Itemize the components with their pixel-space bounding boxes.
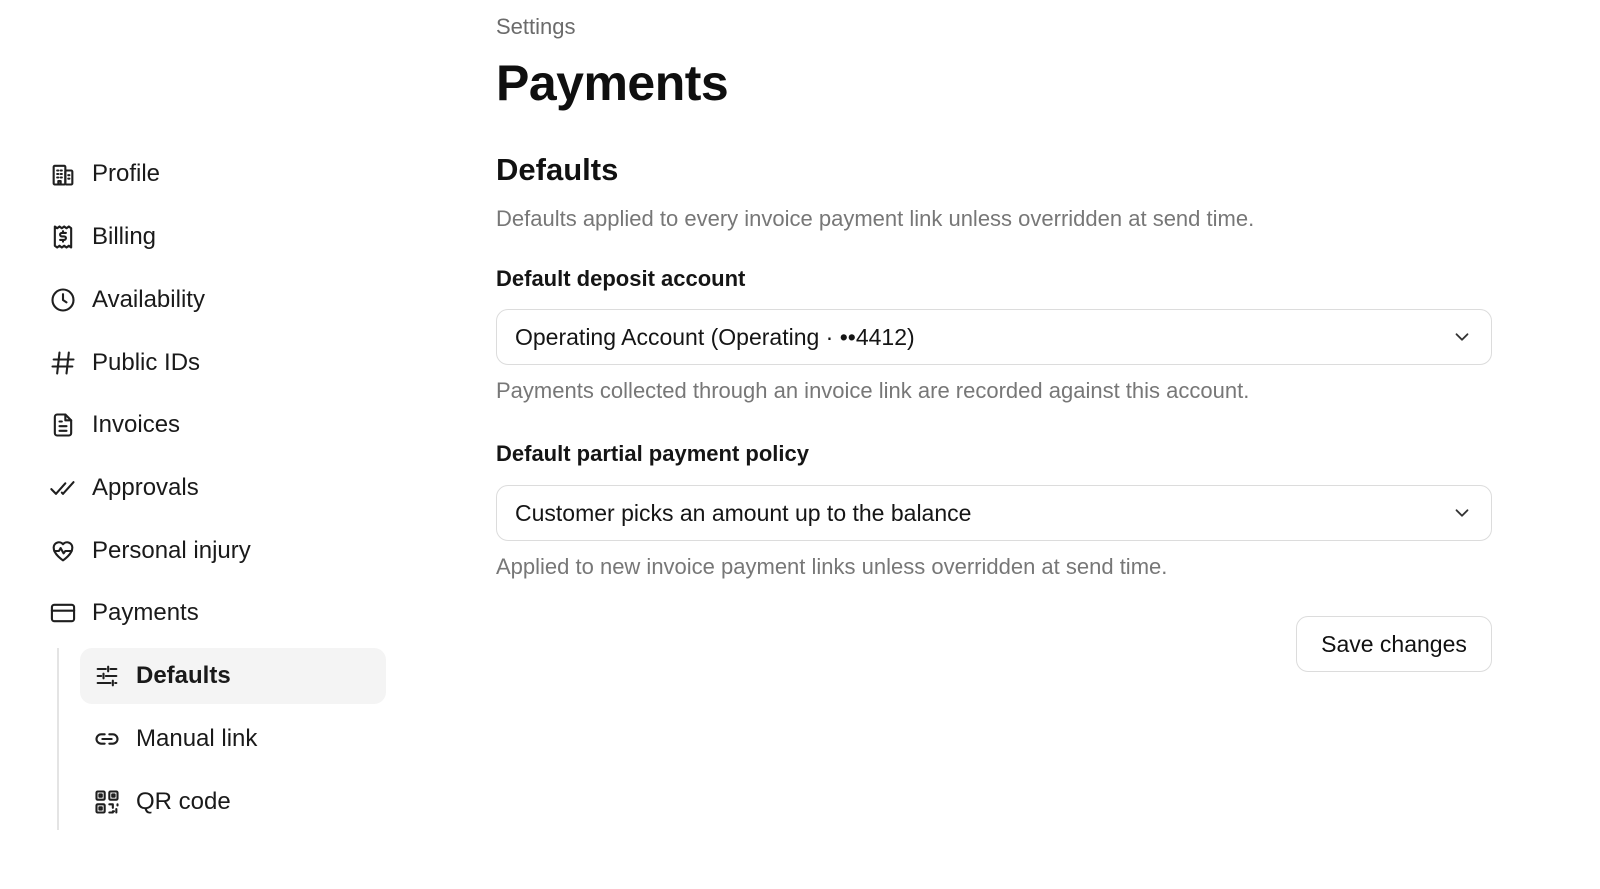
deposit-account-value: Operating Account (Operating · ••4412) [515, 323, 915, 350]
partial-policy-label: Default partial payment policy [496, 441, 809, 466]
sidebar-subitem-qr-code[interactable]: QR code [80, 774, 386, 830]
sidebar-item-label: Payments [92, 599, 199, 626]
credit-card-icon [48, 598, 78, 628]
qr-code-icon [92, 787, 122, 817]
sidebar-item-billing[interactable]: Billing [48, 215, 388, 259]
save-button[interactable]: Save changes [1296, 616, 1492, 672]
subnav-divider [57, 648, 59, 830]
link-icon [92, 724, 122, 754]
heart-pulse-icon [48, 536, 78, 566]
sidebar-item-invoices[interactable]: Invoices [48, 403, 388, 447]
breadcrumb[interactable]: Settings [496, 14, 576, 40]
settings-sidebar: Profile Billing Availability Public IDs … [0, 0, 420, 889]
section-title: Defaults [496, 152, 619, 187]
sidebar-item-label: Personal injury [92, 537, 251, 564]
sidebar-subitem-label: QR code [136, 788, 231, 815]
double-check-icon [48, 473, 78, 503]
sidebar-item-payments[interactable]: Payments [48, 591, 388, 635]
partial-policy-value: Customer picks an amount up to the balan… [515, 499, 972, 526]
sidebar-item-label: Invoices [92, 411, 181, 438]
sidebar-item-label: Availability [92, 286, 205, 313]
sidebar-item-public-ids[interactable]: Public IDs [48, 341, 388, 385]
deposit-account-hint: Payments collected through an invoice li… [496, 378, 1250, 403]
building-icon [48, 159, 78, 189]
deposit-account-select[interactable]: Operating Account (Operating · ••4412) [496, 309, 1492, 365]
sidebar-subitem-label: Manual link [136, 725, 258, 752]
chevron-down-icon [1451, 326, 1473, 348]
receipt-dollar-icon [48, 222, 78, 252]
sidebar-item-label: Profile [92, 160, 161, 187]
sliders-icon [92, 661, 122, 691]
sidebar-subitem-defaults[interactable]: Defaults [80, 648, 386, 704]
page-title: Payments [496, 55, 729, 111]
hash-icon [48, 348, 78, 378]
sidebar-item-label: Approvals [92, 474, 199, 501]
sidebar-subitem-manual-link[interactable]: Manual link [80, 711, 386, 767]
section-description: Defaults applied to every invoice paymen… [496, 206, 1255, 231]
clock-icon [48, 285, 78, 315]
sidebar-item-approvals[interactable]: Approvals [48, 466, 388, 510]
partial-policy-hint: Applied to new invoice payment links unl… [496, 554, 1168, 579]
sidebar-item-personal-injury[interactable]: Personal injury [48, 529, 388, 573]
deposit-account-label: Default deposit account [496, 266, 746, 291]
sidebar-item-label: Billing [92, 223, 157, 250]
sidebar-item-availability[interactable]: Availability [48, 278, 388, 322]
sidebar-item-label: Public IDs [92, 349, 201, 376]
document-icon [48, 410, 78, 440]
chevron-down-icon [1451, 502, 1473, 524]
sidebar-subitem-label: Defaults [136, 662, 231, 689]
sidebar-item-profile[interactable]: Profile [48, 152, 388, 196]
partial-policy-select[interactable]: Customer picks an amount up to the balan… [496, 485, 1492, 541]
